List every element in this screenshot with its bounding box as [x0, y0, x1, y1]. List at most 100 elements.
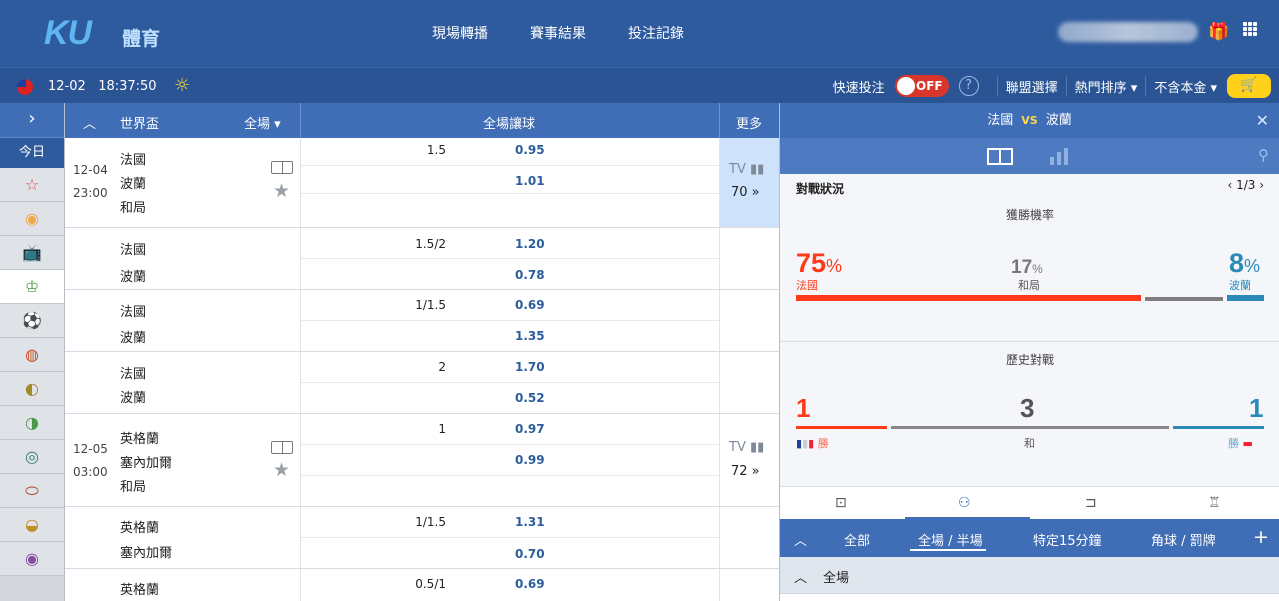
- odds-away[interactable]: 1.35: [301, 321, 720, 352]
- odds-home[interactable]: 0.5/1 0.69: [301, 569, 720, 600]
- tv-icon[interactable]: 📺: [0, 236, 64, 270]
- field-tab-icon[interactable]: ⊡: [835, 495, 847, 511]
- quick-bet-toggle[interactable]: OFF: [894, 75, 949, 97]
- tennis-icon[interactable]: ◐: [0, 372, 64, 406]
- odds-away[interactable]: 0.78: [301, 259, 720, 290]
- odds-home[interactable]: 2 1.70: [301, 352, 720, 383]
- home-team: 英格蘭: [120, 521, 160, 536]
- odds-home[interactable]: 1/1.5 0.69: [301, 290, 720, 321]
- stake-select[interactable]: 不含本金 ▾: [1154, 77, 1217, 96]
- basketball-icon[interactable]: ◍: [0, 338, 64, 372]
- away-win-label: 勝 ▬: [1228, 437, 1253, 450]
- odds-home[interactable]: 1 0.97: [301, 414, 720, 445]
- odds-cell: 1 0.97 0.99: [300, 414, 720, 506]
- sun-icon[interactable]: ☼: [174, 75, 190, 96]
- collapse-icon[interactable]: ︿: [794, 530, 807, 549]
- teams-tab-icon[interactable]: ⚇: [958, 495, 971, 511]
- odds-away[interactable]: 0.52: [301, 383, 720, 414]
- cart-icon[interactable]: 🛒: [1227, 74, 1271, 98]
- away-team: 波蘭: [120, 391, 147, 406]
- favorite-star-icon[interactable]: ★: [273, 459, 290, 481]
- league-select[interactable]: 聯盟選擇: [1006, 77, 1058, 96]
- nav-results[interactable]: 賽事結果: [530, 23, 586, 43]
- close-icon[interactable]: ✕: [1256, 111, 1269, 130]
- away-team: 塞內加爾: [120, 546, 173, 561]
- home-team: 法國: [120, 153, 147, 168]
- more-markets[interactable]: TV ▮▮ 70 »: [719, 138, 779, 227]
- sort-select[interactable]: 熱門排序 ▾: [1075, 77, 1138, 96]
- price: 1.70: [515, 360, 545, 374]
- tv-icon[interactable]: TV ▮▮: [729, 162, 764, 177]
- odds-away[interactable]: 0.99: [301, 445, 720, 476]
- pager[interactable]: ‹ 1/3 ›: [1227, 178, 1264, 192]
- tab-full-half[interactable]: 全場 / 半場: [918, 530, 983, 549]
- more-markets: [719, 507, 779, 568]
- live-icon[interactable]: ◉: [0, 202, 64, 236]
- win-label: 勝: [1228, 437, 1239, 450]
- price: 0.95: [515, 143, 545, 157]
- odds-home[interactable]: 1.5/2 1.20: [301, 228, 720, 259]
- price: 1.01: [515, 174, 545, 188]
- more-markets: [719, 290, 779, 351]
- period-select[interactable]: 全場 ▾: [244, 113, 281, 132]
- odds-home[interactable]: 1.5 0.95: [301, 138, 720, 166]
- pct-sign: %: [826, 256, 843, 276]
- away-prob-bar: [1227, 295, 1264, 301]
- match-row: 12-05 03:00 英格蘭 塞內加爾 和局 ★ 1 0.97 0.99 TV…: [65, 414, 779, 507]
- toggle-state: OFF: [916, 79, 943, 93]
- nav-live[interactable]: 現場轉播: [432, 23, 488, 43]
- snooker-icon[interactable]: ◉: [0, 542, 64, 576]
- odds-table: 12-04 23:00 法國 波蘭 和局 ★ 1.5 0.95 1.01 TV …: [65, 138, 779, 601]
- field-view-icon[interactable]: [987, 148, 1013, 165]
- more-markets[interactable]: TV ▮▮ 72 »: [719, 414, 779, 506]
- tab-corners-cards[interactable]: 角球 / 罰牌: [1151, 530, 1216, 549]
- odds-away[interactable]: 1.01: [301, 166, 720, 194]
- hist-home-wins: 1: [796, 393, 811, 423]
- field-stats-icon[interactable]: [271, 161, 293, 174]
- home-label: 法國: [796, 279, 818, 292]
- football-icon[interactable]: ⬭: [0, 474, 64, 508]
- baseball-icon[interactable]: ◑: [0, 406, 64, 440]
- lineup-tab-icon[interactable]: ⊐: [1085, 495, 1097, 511]
- logo[interactable]: KU: [44, 14, 92, 53]
- rugby-icon[interactable]: ◎: [0, 440, 64, 474]
- gift-icon[interactable]: 🎁: [1208, 22, 1229, 42]
- league-name[interactable]: 世界盃: [120, 113, 159, 132]
- favorite-star-icon[interactable]: ★: [273, 180, 290, 202]
- home-prob-bar: [796, 295, 1141, 301]
- trophy-icon[interactable]: ♔: [0, 270, 64, 304]
- tab-15-min[interactable]: 特定15分鐘: [1033, 530, 1102, 549]
- match-date: 12-04: [73, 163, 108, 177]
- tab-today[interactable]: 今日: [0, 137, 64, 168]
- match-time: 03:00: [73, 465, 108, 479]
- collapse-icon[interactable]: ︿: [794, 567, 807, 586]
- odds-home[interactable]: 1/1.5 1.31: [301, 507, 720, 538]
- clock: 12-02 18:37:50: [48, 79, 157, 94]
- expand-sidebar-icon[interactable]: ›: [0, 103, 64, 137]
- field-stats-icon[interactable]: [271, 441, 293, 454]
- account-info[interactable]: [1058, 22, 1198, 42]
- market-grid: [780, 593, 1279, 601]
- pager-label: 1/3: [1236, 178, 1256, 192]
- help-icon[interactable]: ?: [958, 76, 979, 96]
- fullcourt-section[interactable]: ︿ 全場: [780, 557, 1279, 593]
- jersey-tab-icon[interactable]: ♖: [1208, 495, 1221, 511]
- hist-draw-bar: [891, 426, 1169, 429]
- grid-icon[interactable]: [1243, 22, 1257, 36]
- volleyball-icon[interactable]: ◒: [0, 508, 64, 542]
- home-pct-value: 75: [796, 248, 827, 278]
- star-icon[interactable]: ☆: [0, 168, 64, 202]
- match-detail-panel: 法國 VS 波蘭 ✕ ⚲ 對戰狀況 ‹ 1/3 › 獲勝機率 75% 法國 17% …: [779, 103, 1279, 601]
- add-icon[interactable]: +: [1253, 526, 1269, 548]
- stats-view-icon[interactable]: [1050, 148, 1068, 165]
- pin-icon[interactable]: ⚲: [1258, 146, 1269, 164]
- nav-bet-history[interactable]: 投注記錄: [628, 23, 684, 43]
- tv-icon[interactable]: TV ▮▮: [729, 440, 764, 455]
- history-title: 歷史對戰: [1005, 353, 1054, 367]
- win-label: 勝: [817, 437, 829, 450]
- collapse-icon[interactable]: ︿: [83, 113, 96, 132]
- odds-away[interactable]: 0.70: [301, 538, 720, 569]
- tab-all[interactable]: 全部: [844, 530, 870, 549]
- soccer-icon[interactable]: ⚽: [0, 304, 64, 338]
- market-count: 72: [731, 464, 748, 479]
